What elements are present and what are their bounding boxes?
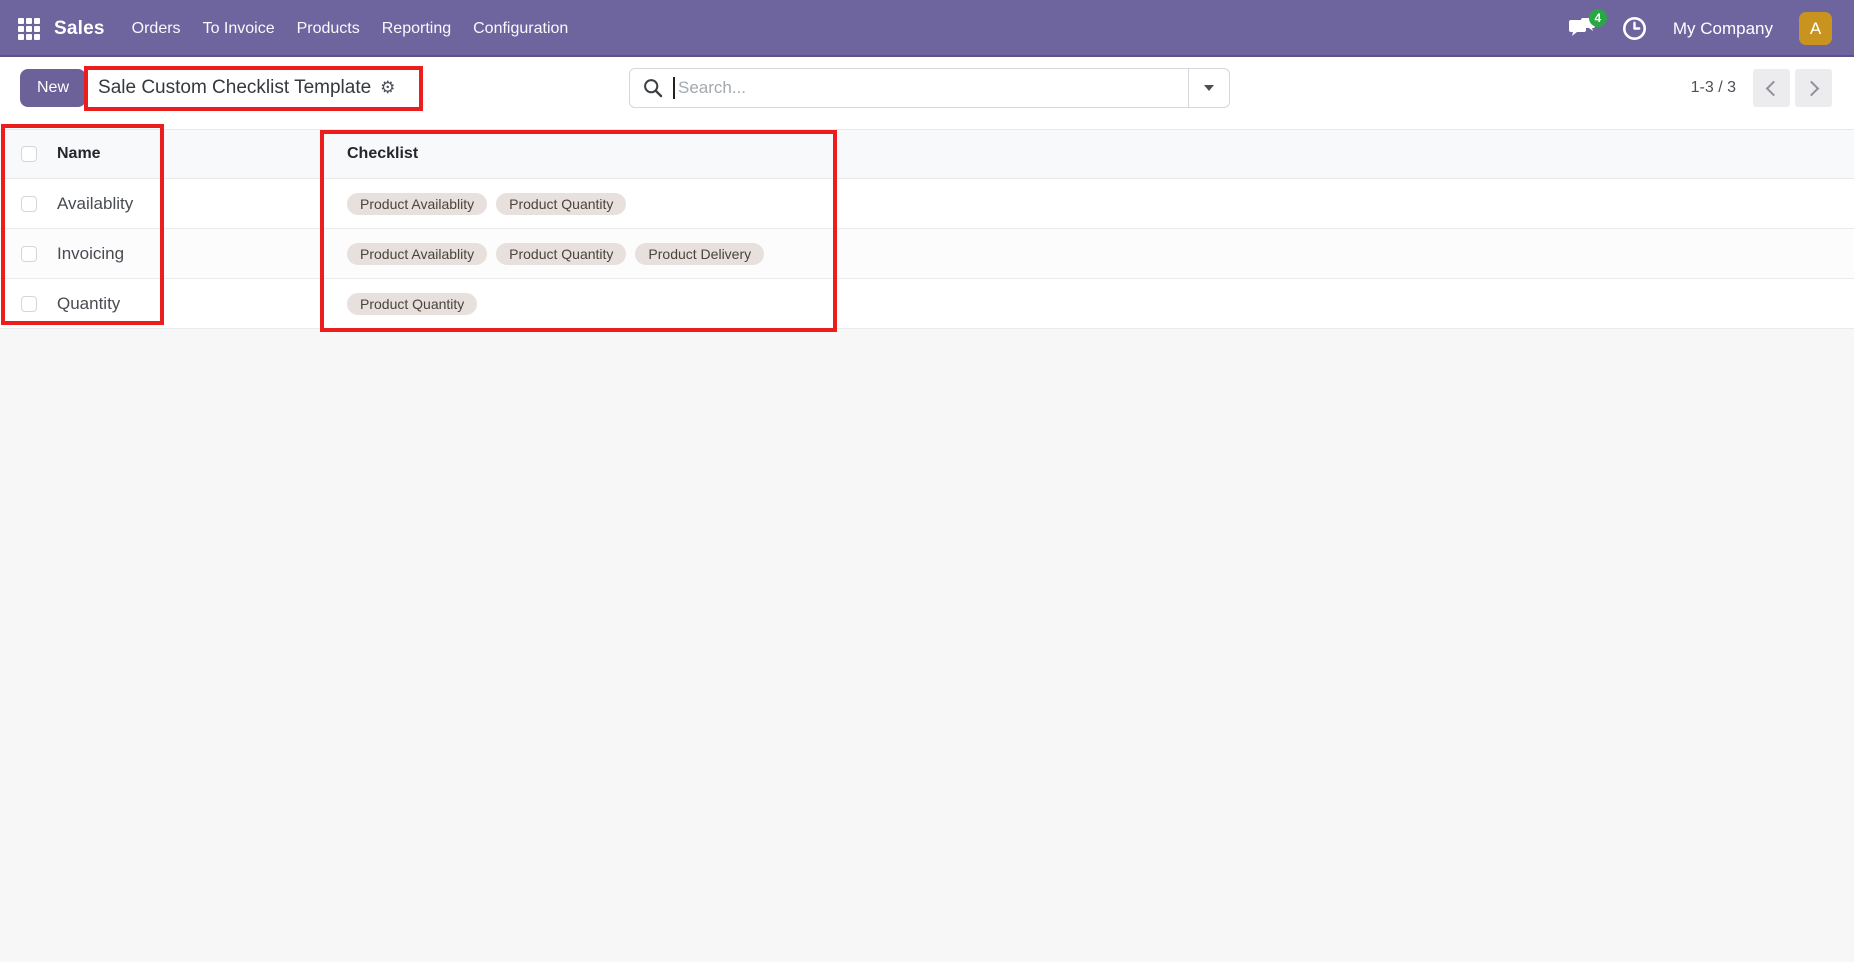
checklist-tag: Product Quantity xyxy=(347,293,477,315)
list-view: Name Checklist AvailablityProduct Availa… xyxy=(0,129,1854,962)
checklist-tag: Product Availablity xyxy=(347,243,487,265)
user-avatar[interactable]: A xyxy=(1799,12,1832,45)
navbar-right: 4 My Company A xyxy=(1569,12,1832,45)
app-name-sales[interactable]: Sales xyxy=(54,18,105,40)
list-rows: AvailablityProduct AvailablityProduct Qu… xyxy=(0,179,1854,329)
pager-previous-button[interactable] xyxy=(1753,69,1790,107)
new-button[interactable]: New xyxy=(20,69,86,107)
empty-area xyxy=(0,329,1854,962)
checklist-tag: Product Delivery xyxy=(635,243,764,265)
pager-next-button[interactable] xyxy=(1795,69,1832,107)
gear-icon[interactable]: ⚙ xyxy=(380,80,395,97)
search-input[interactable] xyxy=(678,78,1188,98)
table-row[interactable]: AvailablityProduct Availablity Product Qu… xyxy=(0,179,1854,229)
select-all-checkbox[interactable] xyxy=(21,146,37,162)
navbar-menu: Orders To Invoice Products Reporting Con… xyxy=(121,0,580,57)
search-dropdown-toggle[interactable] xyxy=(1188,69,1229,107)
messages-count-badge: 4 xyxy=(1589,9,1607,27)
column-header-checklist[interactable]: Checklist xyxy=(347,145,1854,163)
list-header-row: Name Checklist xyxy=(0,129,1854,179)
row-checklist-tags: Product Quantity xyxy=(347,293,1854,315)
page-title: Sale Custom Checklist Template xyxy=(98,77,371,99)
chevron-down-icon xyxy=(1204,85,1214,91)
checklist-tag: Product Quantity xyxy=(496,243,626,265)
row-checkbox[interactable] xyxy=(21,196,37,212)
apps-grid-icon[interactable] xyxy=(18,18,40,40)
messages-icon[interactable]: 4 xyxy=(1569,17,1596,40)
odoo-window: Sales Orders To Invoice Products Reporti… xyxy=(0,0,1854,961)
menu-item-to-invoice[interactable]: To Invoice xyxy=(192,0,286,57)
row-name: Availablity xyxy=(57,194,347,214)
pager-range: 1-3 / 3 xyxy=(1691,79,1736,97)
checklist-tag: Product Quantity xyxy=(496,193,626,215)
menu-item-configuration[interactable]: Configuration xyxy=(462,0,579,57)
row-checkbox[interactable] xyxy=(21,246,37,262)
row-checklist-tags: Product Availablity Product Quantity Produ… xyxy=(347,243,1854,265)
activities-clock-icon[interactable] xyxy=(1622,16,1647,41)
column-header-name[interactable]: Name xyxy=(57,145,347,163)
chevron-left-icon xyxy=(1766,80,1782,96)
menu-item-orders[interactable]: Orders xyxy=(121,0,192,57)
breadcrumb: Sale Custom Checklist Template ⚙ xyxy=(98,77,395,99)
checklist-tag: Product Availablity xyxy=(347,193,487,215)
menu-item-reporting[interactable]: Reporting xyxy=(371,0,462,57)
row-name: Quantity xyxy=(57,294,347,314)
chevron-right-icon xyxy=(1804,80,1820,96)
menu-item-products[interactable]: Products xyxy=(286,0,371,57)
company-switcher[interactable]: My Company xyxy=(1673,19,1773,39)
row-checklist-tags: Product Availablity Product Quantity xyxy=(347,193,1854,215)
search-icon xyxy=(643,78,663,98)
table-row[interactable]: InvoicingProduct Availablity Product Quan… xyxy=(0,229,1854,279)
top-navbar: Sales Orders To Invoice Products Reporti… xyxy=(0,0,1854,57)
row-checkbox[interactable] xyxy=(21,296,37,312)
control-panel: New Sale Custom Checklist Template ⚙ 1-3… xyxy=(0,57,1854,129)
pager: 1-3 / 3 xyxy=(1691,69,1832,107)
table-row[interactable]: QuantityProduct Quantity xyxy=(0,279,1854,329)
search-bar xyxy=(629,68,1230,108)
row-name: Invoicing xyxy=(57,244,347,264)
text-cursor xyxy=(673,77,675,99)
